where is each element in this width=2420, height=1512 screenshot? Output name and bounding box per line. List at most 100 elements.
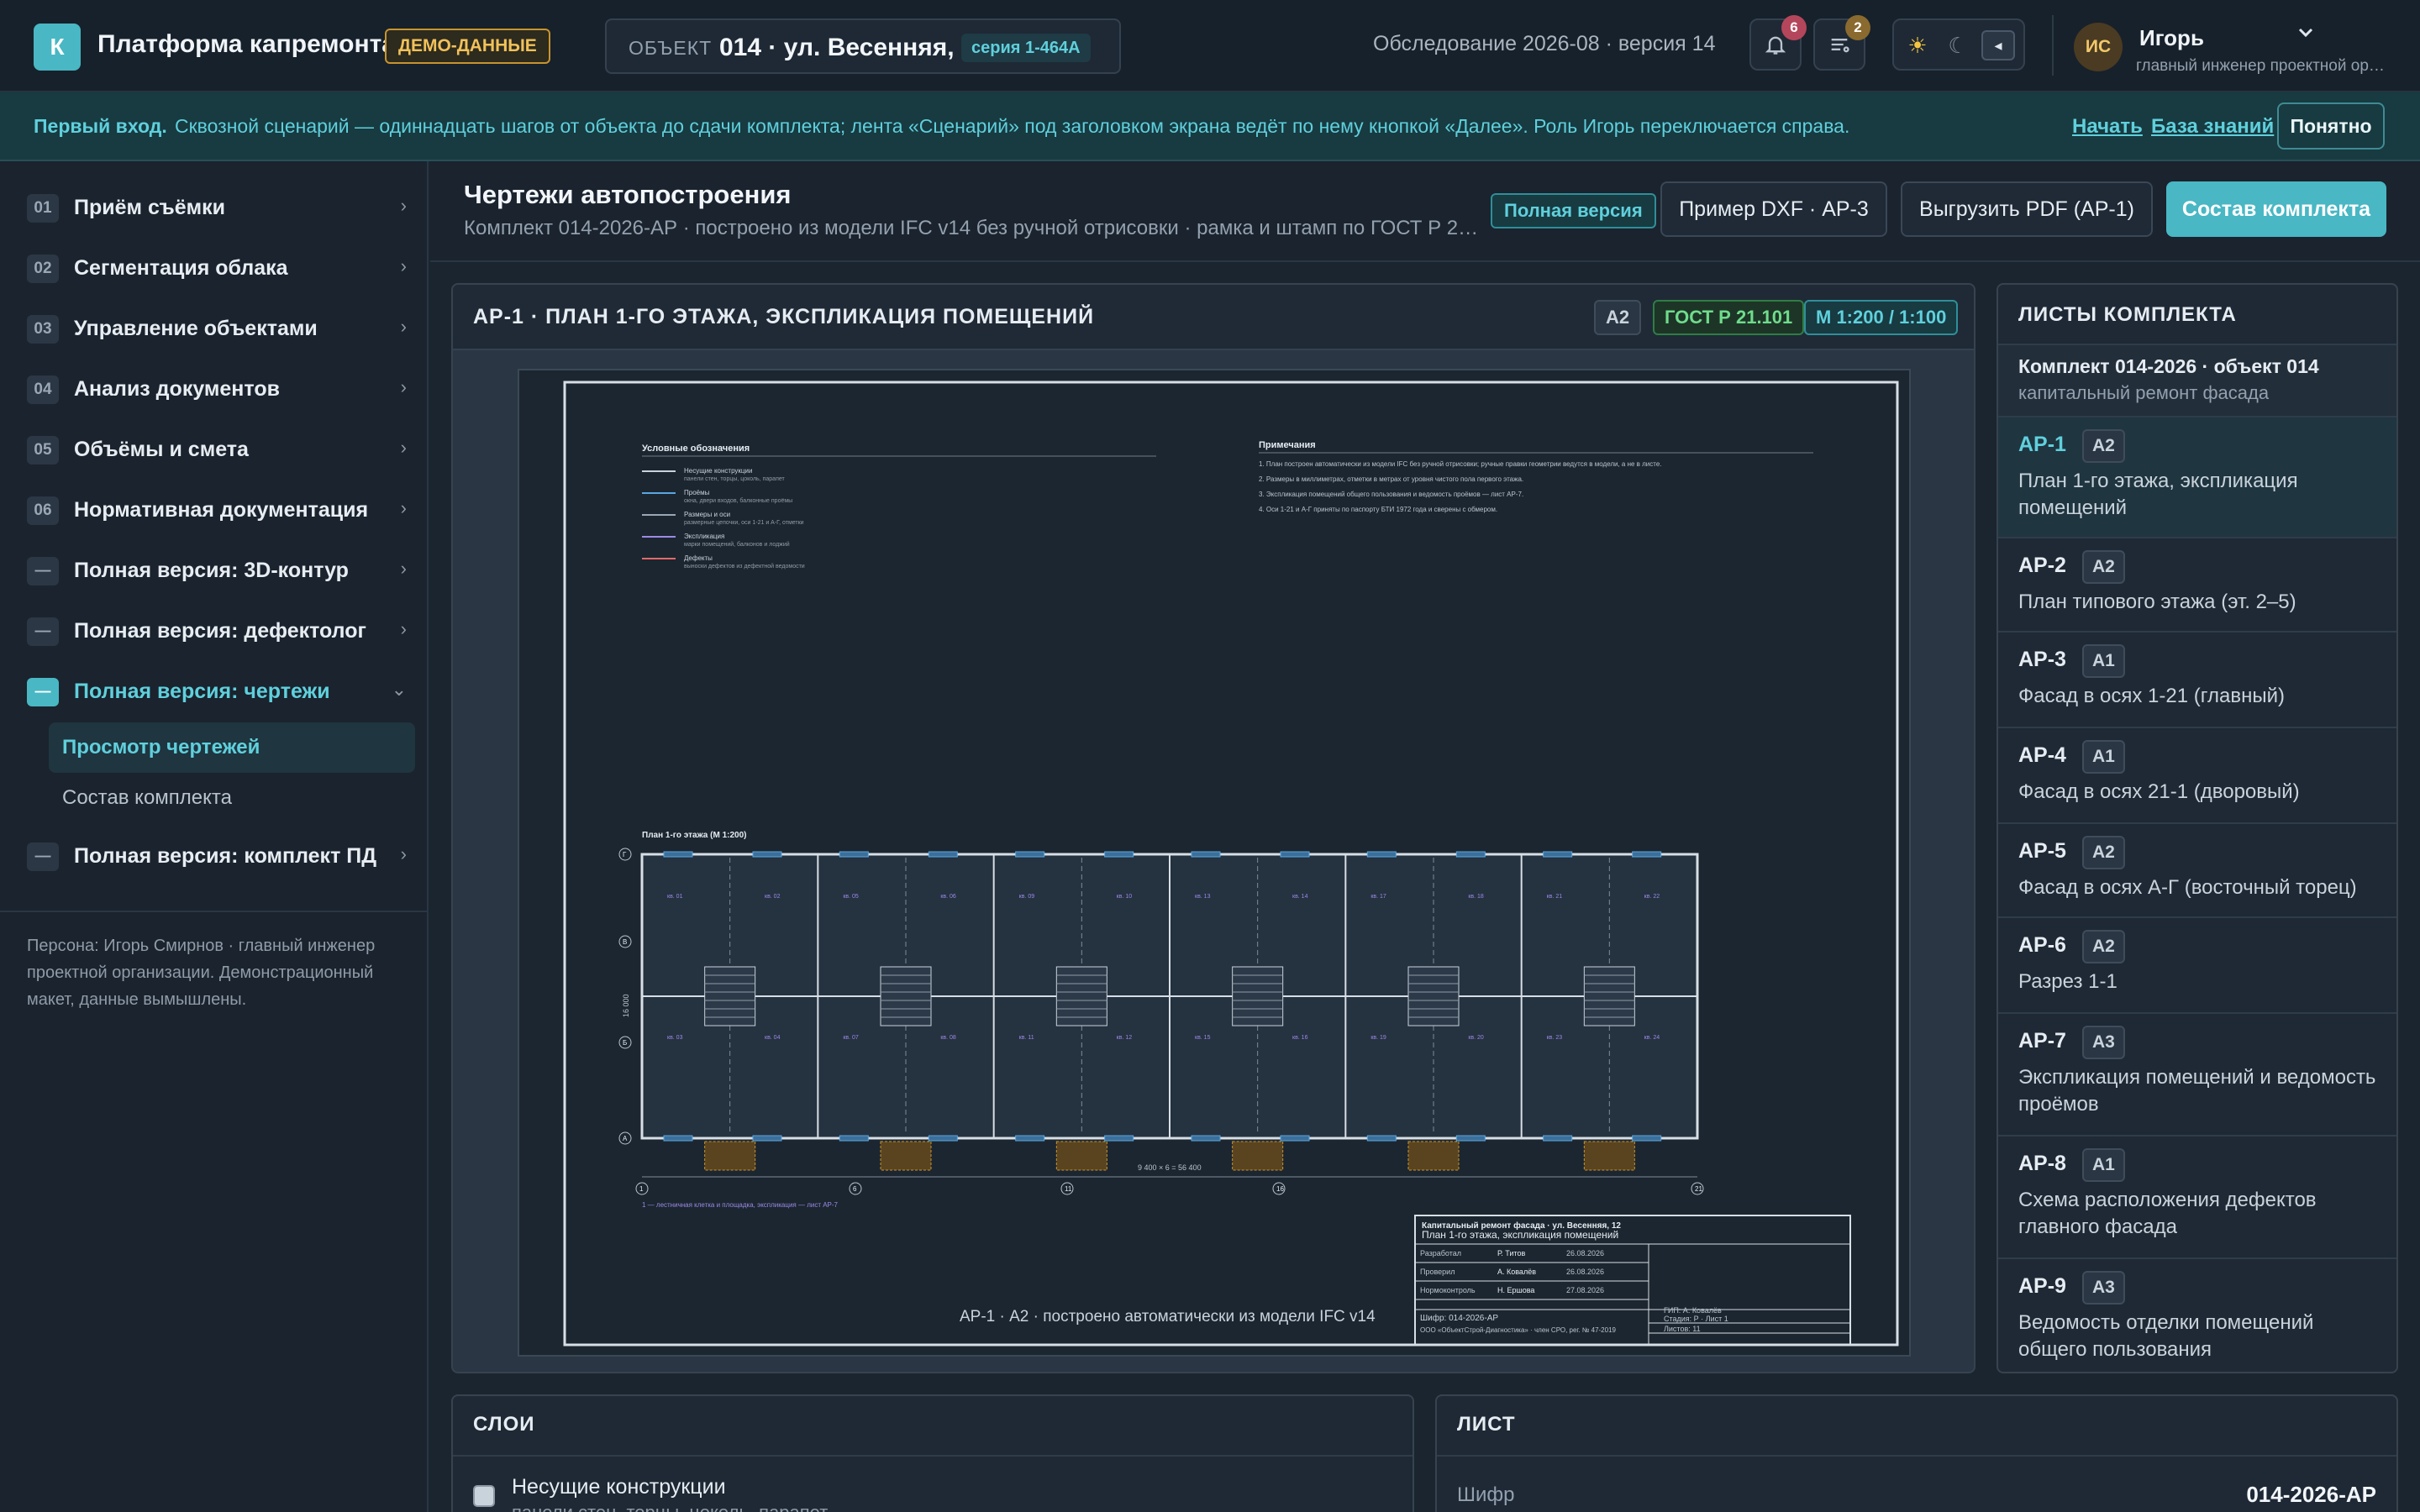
user-name[interactable]: Игорь <box>2139 25 2204 51</box>
stamp-org: ООО «ОбъектСтрой-Диагностика» · член СРО… <box>1420 1326 1617 1334</box>
sheet-code: АР-8 <box>2018 1152 2066 1175</box>
window-opening <box>1366 851 1397 858</box>
sidebar-item-objects[interactable]: 03 Управление объектами › <box>27 309 407 348</box>
window-opening <box>752 851 782 858</box>
notifications-button[interactable]: 6 <box>1749 15 1807 71</box>
avatar[interactable]: ИС <box>2074 23 2123 71</box>
layer-checkbox[interactable] <box>473 1485 495 1507</box>
sheet-row-ar9[interactable]: АР-9 А3 Ведомость отделки помещений обще… <box>1998 1259 2396 1372</box>
tasks-button[interactable]: 2 <box>1813 15 1870 71</box>
step-number: — <box>27 557 59 585</box>
dimension-total: 9 400 × 6 = 56 400 <box>1138 1163 1202 1172</box>
layer-name: Несущие конструкции <box>512 1475 726 1499</box>
window-opening <box>1104 851 1134 858</box>
notes-block: Примечания 1. План построен автоматическ… <box>1259 440 1813 513</box>
window-opening <box>928 1135 958 1142</box>
apartment-label: кв. 17 <box>1370 894 1386 900</box>
sheet-format: А2 <box>2082 930 2125 963</box>
window-opening <box>1543 1135 1573 1142</box>
persona-note: Персона: Игорь Смирнов · главный инженер… <box>27 937 376 1009</box>
dxf-example-button[interactable]: Пример DXF · АР-3 <box>1660 181 1887 237</box>
cipher-value: 014-2026-АР <box>2246 1482 2376 1507</box>
sidebar-item-label: Полная версия: комплект ПД <box>74 844 377 868</box>
drawing-caption: АР-1 · А2 · построено автоматически из м… <box>960 1308 1376 1326</box>
sheet-name: Фасад в осях 21-1 (дворовый) <box>2018 780 2300 803</box>
drawing-sheet[interactable]: Условные обозначения Несущие конструкции… <box>518 369 1911 1357</box>
chevron-down-icon[interactable] <box>2296 22 2316 48</box>
window-opening <box>1280 851 1310 858</box>
window-opening <box>1280 1135 1310 1142</box>
sheet-code: АР-7 <box>2018 1029 2066 1053</box>
tasks-count: 2 <box>1845 15 1870 40</box>
sheet-row-ar1[interactable]: АР-1 А2 План 1-го этажа, экспликация пом… <box>1998 417 2396 538</box>
sidebar-item-pd-set[interactable]: — Полная версия: комплект ПД › <box>27 837 407 875</box>
divider <box>0 911 427 912</box>
stamp-date: 26.08.2026 <box>1566 1268 1604 1276</box>
sheet-row-ar7[interactable]: АР-7 А3 Экспликация помещений и ведомост… <box>1998 1014 2396 1137</box>
stamp-role: Проверил <box>1420 1268 1455 1276</box>
step-number: 06 <box>27 496 59 525</box>
banner-message: Сквозной сценарий — одиннадцать шагов от… <box>175 115 1850 137</box>
apartment-label: кв. 15 <box>1195 1035 1211 1041</box>
sidebar-item-defects[interactable]: — Полная версия: дефектолог › <box>27 612 407 650</box>
chevron-down-icon: ⌄ <box>391 679 407 700</box>
step-number: 04 <box>27 375 59 404</box>
axis-row-label: Б <box>623 1039 627 1047</box>
format-tag: А2 <box>1594 300 1642 335</box>
sidebar-item-drawings[interactable]: — Полная версия: чертежи ⌄ <box>27 672 407 711</box>
moon-icon[interactable]: ☾ <box>1941 30 1975 60</box>
sheet-name: Фасад в осях А-Г (восточный торец) <box>2018 876 2357 899</box>
sidebar-subitem-view-drawings[interactable]: Просмотр чертежей <box>49 722 415 773</box>
stamp-name: А. Ковалёв <box>1497 1268 1536 1276</box>
sun-icon[interactable]: ☀ <box>1901 30 1934 60</box>
apartment-label: кв. 09 <box>1019 894 1035 900</box>
user-role: главный инженер проектной организации <box>2136 57 2388 75</box>
sidebar-item-3d-contour[interactable]: — Полная версия: 3D-контур › <box>27 551 407 590</box>
sheet-row-ar6[interactable]: АР-6 А2 Разрез 1-1 <box>1998 918 2396 1014</box>
note-line: 2. Размеры в миллиметрах, отметки в метр… <box>1259 475 1523 483</box>
layer-description: панели стен, торцы, цоколь, парапет <box>512 1502 828 1512</box>
dimension-side: 16 000 <box>622 994 630 1017</box>
axis-row-label: А <box>623 1135 628 1142</box>
banner-start-link[interactable]: Начать <box>2072 115 2143 139</box>
sheet-name: Ведомость отделки помещений общего польз… <box>2018 1311 2314 1361</box>
sheet-row-ar4[interactable]: АР-4 А1 Фасад в осях 21-1 (дворовый) <box>1998 728 2396 824</box>
drawing-header: АР-1 · ПЛАН 1-ГО ЭТАЖА, ЭКСПЛИКАЦИЯ ПОМЕ… <box>453 285 1974 350</box>
app-logo[interactable]: К <box>34 24 81 71</box>
sidebar-item-documents[interactable]: 04 Анализ документов › <box>27 370 407 408</box>
sheet-code: АР-4 <box>2018 743 2066 767</box>
sheet-row-ar3[interactable]: АР-3 А1 Фасад в осях 1-21 (главный) <box>1998 633 2396 728</box>
sidebar-item-segmentation[interactable]: 02 Сегментация облака › <box>27 249 407 287</box>
banner-kb-link[interactable]: База знаний <box>2151 115 2274 139</box>
sheet-row-ar5[interactable]: АР-5 А2 Фасад в осях А-Г (восточный торе… <box>1998 824 2396 918</box>
set-package-info: Комплект 014-2026 · объект 014 капитальн… <box>1998 344 2396 417</box>
divider <box>453 1455 1413 1457</box>
sheet-name: Схема расположения дефектов главного фас… <box>2018 1189 2317 1238</box>
chevron-right-icon: › <box>400 376 407 397</box>
apartment-label: кв. 03 <box>667 1035 683 1041</box>
sheet-name: Фасад в осях 1-21 (главный) <box>2018 685 2285 707</box>
stamp-role: Нормоконтроль <box>1420 1286 1476 1294</box>
step-number: — <box>27 617 59 646</box>
sidebar-item-normative[interactable]: 06 Нормативная документация › <box>27 491 407 529</box>
sidebar-item-intake[interactable]: 01 Приём съёмки › <box>27 188 407 227</box>
legend-item-name: Проёмы <box>684 489 710 496</box>
object-selector[interactable]: ОБЪЕКТ 014 · ул. Весенняя, 12 серия 1-46… <box>605 18 1121 74</box>
banner-ok-button[interactable]: Понятно <box>2277 102 2385 150</box>
sheet-row-ar8[interactable]: АР-8 А1 Схема расположения дефектов глав… <box>1998 1137 2396 1259</box>
set-composition-button[interactable]: Состав комплекта <box>2166 181 2386 237</box>
axis-row-label: В <box>623 938 627 946</box>
note-line: 3. Экспликация помещений общего пользова… <box>1259 491 1523 498</box>
drawing-title: АР-1 · ПЛАН 1-ГО ЭТАЖА, ЭКСПЛИКАЦИЯ ПОМЕ… <box>473 305 1095 328</box>
auto-theme-icon[interactable]: ◂ <box>1981 30 2015 60</box>
sidebar-item-estimate[interactable]: 05 Объёмы и смета › <box>27 430 407 469</box>
apartment-label: кв. 12 <box>1117 1035 1133 1041</box>
sheet-row-ar2[interactable]: АР-2 А2 План типового этажа (эт. 2–5) <box>1998 538 2396 633</box>
sidebar-subitem-set-composition[interactable]: Состав комплекта <box>49 773 415 823</box>
sheet-format: А3 <box>2082 1026 2125 1059</box>
app-title: Платформа капремонта <box>97 30 396 58</box>
series-badge: серия 1-464А <box>961 34 1091 62</box>
theme-switcher[interactable]: ☀ ☾ ◂ <box>1892 18 2025 71</box>
export-pdf-button[interactable]: Выгрузить PDF (АР-1) <box>1901 181 2153 237</box>
note-line: 4. Оси 1-21 и А-Г приняты по паспорту БТ… <box>1259 506 1497 513</box>
